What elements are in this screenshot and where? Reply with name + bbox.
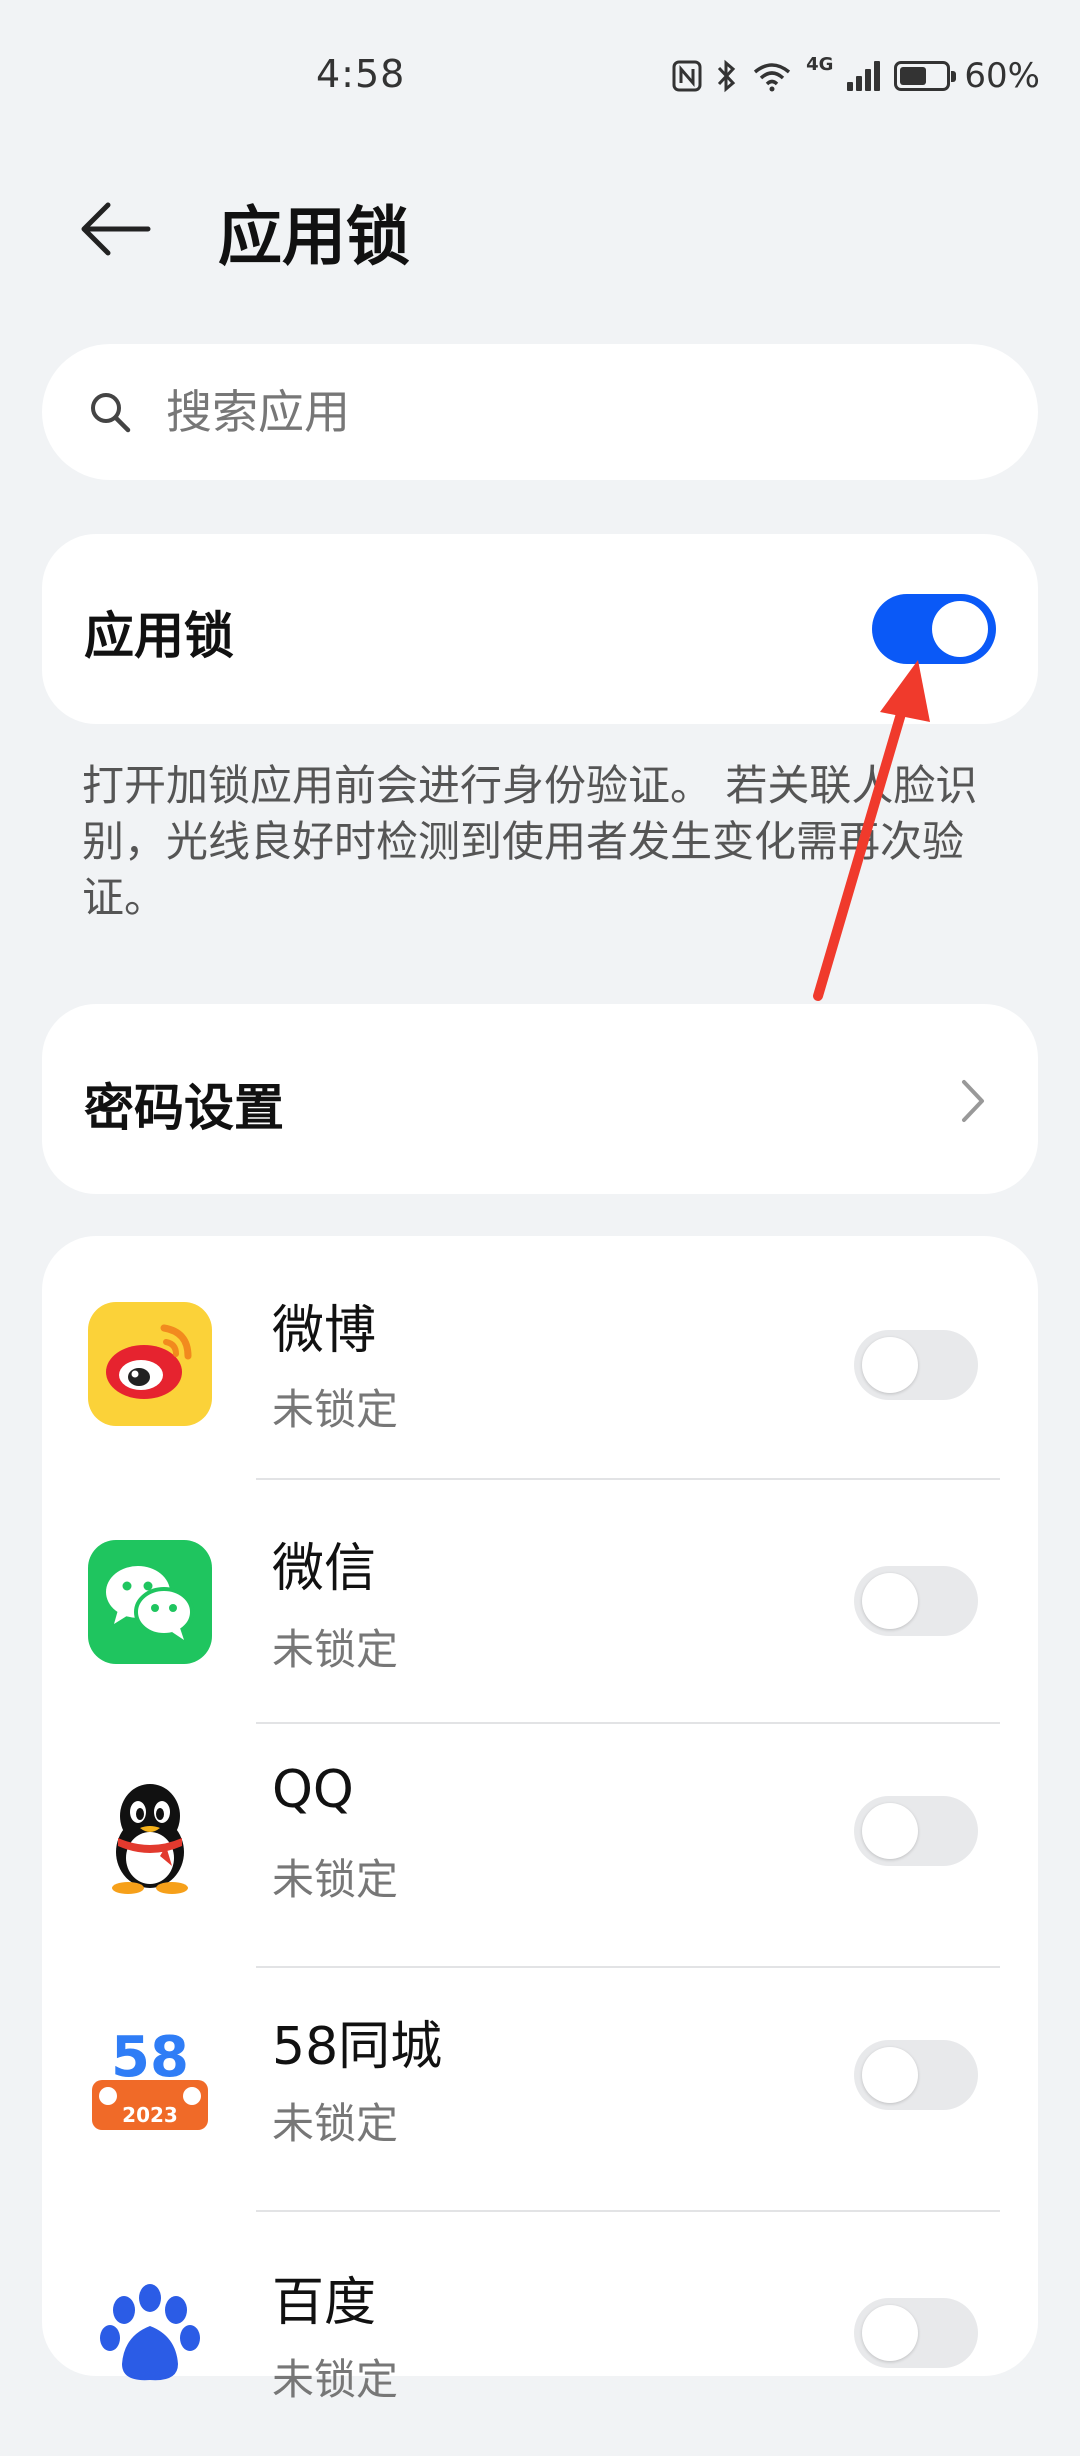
status-icons: 4G 60%: [672, 54, 1040, 98]
app-lock-toggle[interactable]: [872, 594, 996, 664]
search-input[interactable]: [164, 384, 968, 440]
app-lock-toggle-qq[interactable]: [854, 1796, 978, 1866]
wifi-icon: [753, 63, 791, 92]
search-bar[interactable]: [42, 344, 1038, 480]
toggle-knob: [862, 1803, 918, 1859]
wechat-icon: [88, 1540, 212, 1664]
app-name: QQ: [272, 1760, 354, 1820]
search-icon: [88, 385, 142, 439]
app-row-58tongcheng[interactable]: 58 2023 58同城 未锁定: [42, 1968, 1038, 2212]
app-lock-toggle-weibo[interactable]: [854, 1330, 978, 1400]
app-lock-description: 打开加锁应用前会进行身份验证。 若关联人脸识别，光线良好时检测到使用者发生变化需…: [82, 761, 978, 922]
app-lock-toggle-baidu[interactable]: [854, 2298, 978, 2368]
app-row-qq[interactable]: QQ 未锁定: [42, 1724, 1038, 1968]
app-lock-toggle-wechat[interactable]: [854, 1566, 978, 1636]
toggle-knob: [862, 1573, 918, 1629]
qq-icon: [88, 1774, 212, 1898]
password-settings-label: 密码设置: [84, 1079, 284, 1137]
58tongcheng-icon: 58 2023: [88, 2018, 212, 2142]
app-lock-card: 应用锁: [42, 534, 1038, 724]
app-status: 未锁定: [272, 1855, 399, 1904]
back-button[interactable]: [70, 184, 160, 274]
app-status: 未锁定: [272, 2355, 399, 2404]
battery-percent: 60%: [964, 56, 1040, 96]
app-row-wechat[interactable]: 微信 未锁定: [42, 1480, 1038, 1724]
app-name: 微博: [272, 1301, 377, 1361]
toggle-knob: [862, 2305, 918, 2361]
nfc-icon: [672, 60, 702, 92]
app-row-weibo[interactable]: 微博 未锁定: [42, 1236, 1038, 1480]
network-type: 4G: [806, 54, 834, 75]
app-lock-toggle-58tongcheng[interactable]: [854, 2040, 978, 2110]
baidu-icon: [88, 2276, 212, 2400]
signal-icon: [847, 61, 881, 91]
toggle-knob: [862, 2047, 918, 2103]
back-arrow-icon: [81, 202, 151, 256]
app-name: 微信: [272, 1539, 377, 1599]
password-settings-item[interactable]: 密码设置: [42, 1004, 1038, 1194]
toggle-knob: [932, 601, 988, 657]
page-title: 应用锁: [218, 201, 410, 275]
weibo-icon: [88, 1302, 212, 1426]
toggle-knob: [862, 1337, 918, 1393]
58-logo-year: 2023: [122, 2103, 178, 2127]
battery-icon: [894, 61, 957, 91]
battery-fill: [900, 67, 927, 85]
chevron-right-icon: [962, 1080, 984, 1122]
app-status: 未锁定: [272, 2099, 399, 2148]
app-lock-label: 应用锁: [84, 607, 234, 665]
app-status: 未锁定: [272, 1625, 399, 1674]
app-name: 58同城: [272, 2017, 443, 2077]
app-status: 未锁定: [272, 1385, 399, 1434]
status-time: 4:58: [316, 52, 406, 96]
app-name: 百度: [272, 2273, 377, 2333]
app-row-baidu[interactable]: 百度 未锁定: [42, 2212, 1038, 2456]
app-list: 微博 未锁定 微信 未锁定 QQ 未锁定 58 2023 58同城 未锁定 百度…: [42, 1236, 1038, 2404]
bluetooth-icon: [718, 59, 736, 93]
58-logo-text: 58: [111, 2025, 189, 2090]
header: 应用锁: [0, 150, 1080, 310]
status-bar: 4:58 4G 60%: [0, 0, 1080, 150]
